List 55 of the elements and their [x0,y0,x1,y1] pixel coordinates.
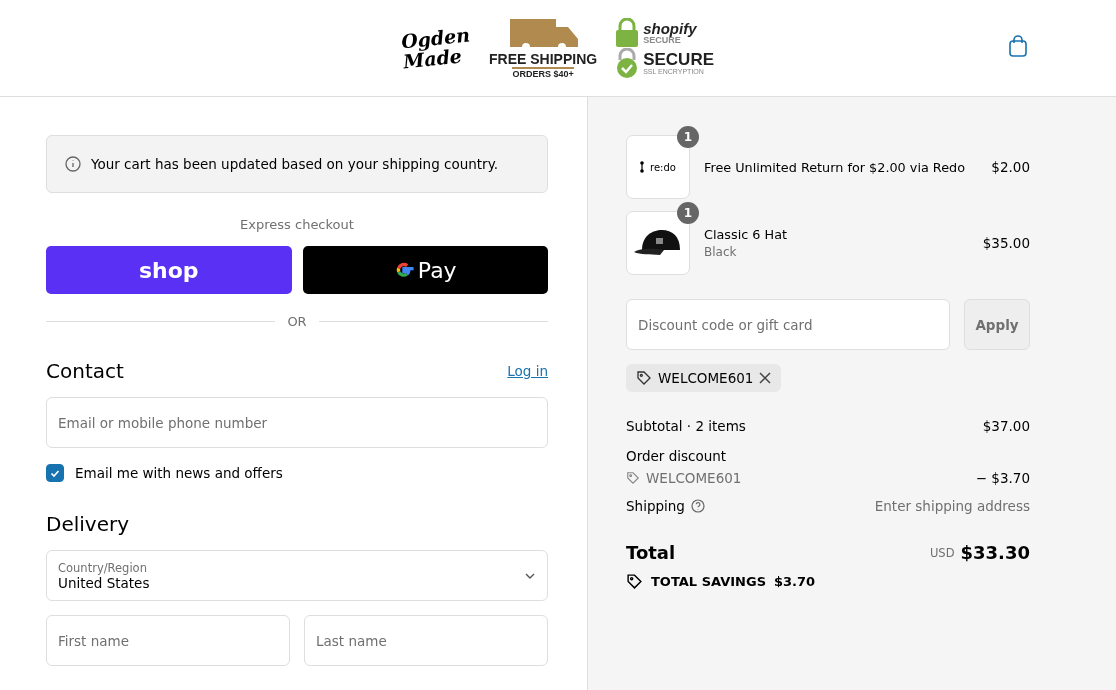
discount-chip-code: WELCOME601 [658,370,754,386]
brand-logo: Ogden Made [400,24,472,72]
or-divider: OR [46,314,548,329]
secure-title: SECURE [643,51,714,68]
orders-minimum-text: ORDERS $40+ [512,67,574,79]
product-price: $2.00 [991,159,1030,175]
newsletter-checkbox[interactable] [46,464,64,482]
quantity-badge: 1 [677,126,699,148]
redo-logo-icon [640,161,645,173]
info-icon [65,156,81,172]
redo-logo-text: re:do [650,161,676,173]
discount-code-text: WELCOME601 [646,470,742,486]
total-value: $33.30 [960,542,1030,563]
last-name-field[interactable]: Last name [304,615,548,666]
shopping-bag-icon[interactable] [1008,35,1028,57]
shop-pay-button[interactable]: shop [46,246,292,294]
shipping-label: Shipping [626,498,685,514]
total-savings-value: $3.70 [774,574,816,589]
discount-amount: − $3.70 [975,470,1030,486]
product-price: $35.00 [982,235,1030,251]
total-label: Total [626,542,676,563]
contact-heading: Contact [46,359,124,383]
shopify-text: shopify [643,21,698,36]
shipping-value: Enter shipping address [874,498,1030,514]
express-checkout-title: Express checkout [240,217,354,232]
total-savings-label: TOTAL SAVINGS [651,574,766,589]
product-variant: Black [704,245,738,259]
currency-code: USD [929,545,955,560]
email-field[interactable]: Email or mobile phone number [46,397,548,448]
product-name: Classic 6 Hat [704,227,789,242]
notice-text: Your cart has been updated based on your shipping country. [91,156,498,172]
delivery-heading: Delivery [46,512,130,536]
tag-icon [636,370,652,386]
remove-discount-button[interactable] [759,372,772,384]
secure-label: SECURE [643,36,681,45]
lock-icon [615,18,640,48]
close-icon [759,372,772,384]
product-name: Free Unlimited Return for $2.00 via Redo [704,159,966,175]
google-pay-button[interactable]: Pay [302,246,548,294]
free-shipping-text: FREE SHIPPING [489,51,598,67]
subtotal-value: $37.00 [982,418,1030,434]
newsletter-label: Email me with news and offers [75,465,283,481]
help-icon[interactable] [690,499,705,513]
log-in-link[interactable]: Log in [507,363,548,379]
subtotal-label: Subtotal · 2 items [626,418,746,434]
tag-icon [626,573,643,590]
first-name-field[interactable]: First name [46,615,290,666]
apply-button[interactable]: Apply [964,299,1030,350]
discount-code-field[interactable]: Discount code or gift card [626,299,950,350]
order-discount-label: Order discount [626,448,727,464]
chevron-down-icon [524,571,536,580]
country-select[interactable]: Country/Region United States [46,550,548,601]
lock-check-icon [615,48,640,78]
quantity-badge: 1 [677,202,699,224]
tag-icon [626,471,640,485]
